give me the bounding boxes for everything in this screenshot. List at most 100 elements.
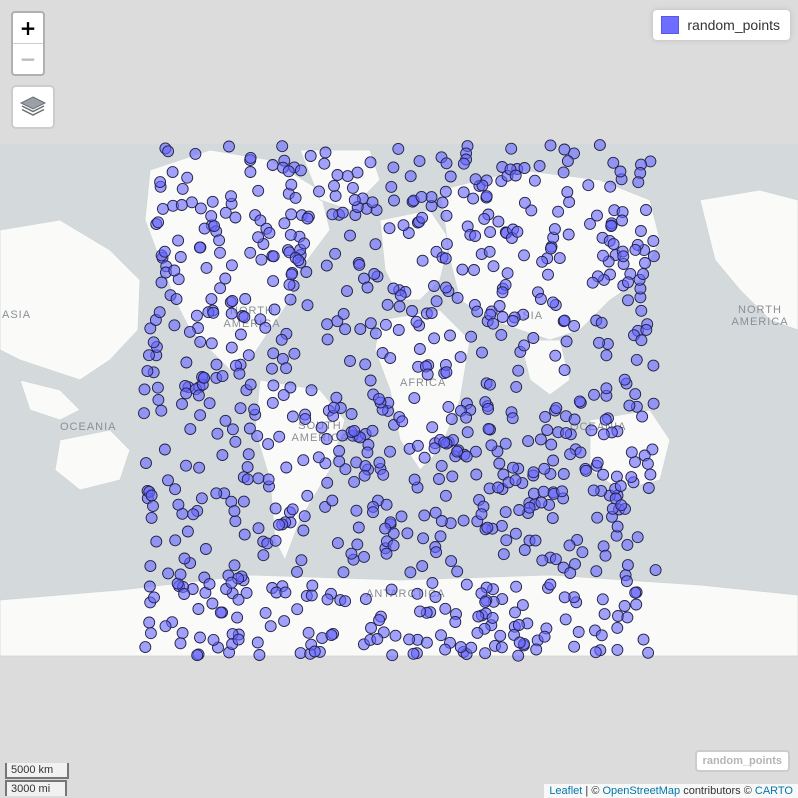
random-point-marker[interactable] — [496, 286, 509, 299]
random-point-marker[interactable] — [237, 495, 250, 508]
random-point-marker[interactable] — [176, 398, 188, 411]
random-point-marker[interactable] — [482, 402, 495, 415]
random-point-marker[interactable] — [499, 506, 512, 519]
random-point-marker[interactable] — [337, 566, 350, 579]
random-point-marker[interactable] — [373, 456, 386, 469]
random-point-marker[interactable] — [518, 249, 530, 262]
random-point-marker[interactable] — [241, 473, 254, 486]
random-point-marker[interactable] — [460, 450, 473, 463]
random-point-marker[interactable] — [513, 636, 526, 649]
random-point-marker[interactable] — [292, 254, 305, 267]
random-point-marker[interactable] — [359, 593, 372, 606]
random-point-marker[interactable] — [492, 481, 505, 494]
random-point-marker[interactable] — [539, 410, 552, 423]
random-point-marker[interactable] — [451, 291, 464, 304]
random-point-marker[interactable] — [262, 473, 275, 486]
random-point-marker[interactable] — [144, 560, 157, 573]
random-point-marker[interactable] — [225, 576, 238, 589]
random-point-marker[interactable] — [470, 468, 483, 481]
random-point-marker[interactable] — [364, 156, 377, 169]
random-point-marker[interactable] — [145, 511, 158, 524]
random-point-marker[interactable] — [278, 615, 291, 628]
random-point-marker[interactable] — [527, 332, 540, 344]
random-point-marker[interactable] — [268, 303, 281, 316]
random-point-marker[interactable] — [152, 216, 165, 229]
random-point-marker[interactable] — [169, 534, 182, 547]
random-point-marker[interactable] — [371, 633, 384, 645]
random-point-marker[interactable] — [465, 641, 478, 654]
random-point-marker[interactable] — [507, 461, 519, 474]
random-point-marker[interactable] — [331, 537, 344, 550]
random-point-marker[interactable] — [383, 222, 396, 235]
random-point-marker[interactable] — [416, 211, 429, 224]
random-point-marker[interactable] — [595, 316, 608, 329]
random-point-marker[interactable] — [368, 268, 381, 280]
random-point-marker[interactable] — [500, 534, 513, 547]
random-point-marker[interactable] — [203, 578, 216, 591]
random-point-marker[interactable] — [593, 336, 605, 349]
random-point-marker[interactable] — [244, 246, 257, 259]
random-point-marker[interactable] — [484, 226, 497, 239]
random-point-marker[interactable] — [557, 166, 570, 179]
random-point-marker[interactable] — [300, 266, 313, 278]
random-point-marker[interactable] — [440, 281, 452, 294]
random-point-marker[interactable] — [439, 185, 452, 198]
carto-link[interactable]: CARTO — [755, 785, 793, 797]
random-point-marker[interactable] — [329, 247, 342, 260]
random-point-marker[interactable] — [527, 466, 540, 479]
random-point-marker[interactable] — [194, 631, 206, 644]
random-point-marker[interactable] — [454, 641, 467, 654]
random-point-marker[interactable] — [629, 586, 642, 599]
random-point-marker[interactable] — [263, 226, 276, 239]
random-point-marker[interactable] — [647, 235, 660, 247]
random-point-marker[interactable] — [257, 549, 270, 562]
random-point-marker[interactable] — [198, 371, 210, 384]
random-point-marker[interactable] — [267, 275, 280, 288]
random-point-marker[interactable] — [239, 293, 252, 305]
random-point-marker[interactable] — [262, 438, 275, 451]
random-point-marker[interactable] — [407, 647, 420, 660]
random-point-marker[interactable] — [225, 190, 237, 203]
random-point-marker[interactable] — [549, 349, 562, 362]
random-point-marker[interactable] — [590, 565, 603, 578]
random-point-marker[interactable] — [298, 510, 311, 523]
random-point-marker[interactable] — [373, 614, 386, 627]
random-point-marker[interactable] — [486, 611, 499, 624]
random-point-marker[interactable] — [190, 309, 203, 322]
random-point-marker[interactable] — [449, 616, 462, 628]
random-point-marker[interactable] — [168, 264, 181, 277]
random-point-marker[interactable] — [600, 382, 613, 395]
random-point-marker[interactable] — [457, 186, 470, 199]
random-point-marker[interactable] — [401, 527, 414, 540]
random-point-marker[interactable] — [547, 454, 560, 467]
random-point-marker[interactable] — [172, 234, 185, 247]
random-point-marker[interactable] — [208, 220, 221, 233]
random-point-marker[interactable] — [255, 253, 268, 266]
random-point-marker[interactable] — [482, 423, 495, 435]
random-point-marker[interactable] — [396, 415, 409, 428]
random-point-marker[interactable] — [444, 329, 456, 342]
random-point-marker[interactable] — [568, 413, 581, 426]
random-point-marker[interactable] — [635, 334, 648, 347]
random-point-marker[interactable] — [348, 194, 361, 206]
random-point-marker[interactable] — [354, 323, 367, 336]
random-point-marker[interactable] — [440, 209, 453, 222]
random-point-marker[interactable] — [457, 157, 470, 170]
random-point-marker[interactable] — [644, 468, 657, 481]
random-point-marker[interactable] — [591, 511, 604, 524]
random-point-marker[interactable] — [480, 190, 493, 203]
random-point-marker[interactable] — [189, 147, 202, 160]
random-point-marker[interactable] — [199, 543, 212, 555]
random-point-marker[interactable] — [321, 593, 334, 606]
random-point-marker[interactable] — [436, 196, 449, 209]
random-point-marker[interactable] — [518, 162, 531, 174]
random-point-marker[interactable] — [647, 359, 660, 372]
random-point-marker[interactable] — [358, 550, 370, 563]
random-point-marker[interactable] — [439, 643, 452, 656]
random-point-marker[interactable] — [598, 608, 611, 621]
random-point-marker[interactable] — [536, 554, 549, 567]
random-point-marker[interactable] — [535, 496, 548, 509]
random-point-marker[interactable] — [545, 438, 558, 451]
random-point-marker[interactable] — [621, 559, 634, 572]
random-point-marker[interactable] — [585, 424, 598, 437]
